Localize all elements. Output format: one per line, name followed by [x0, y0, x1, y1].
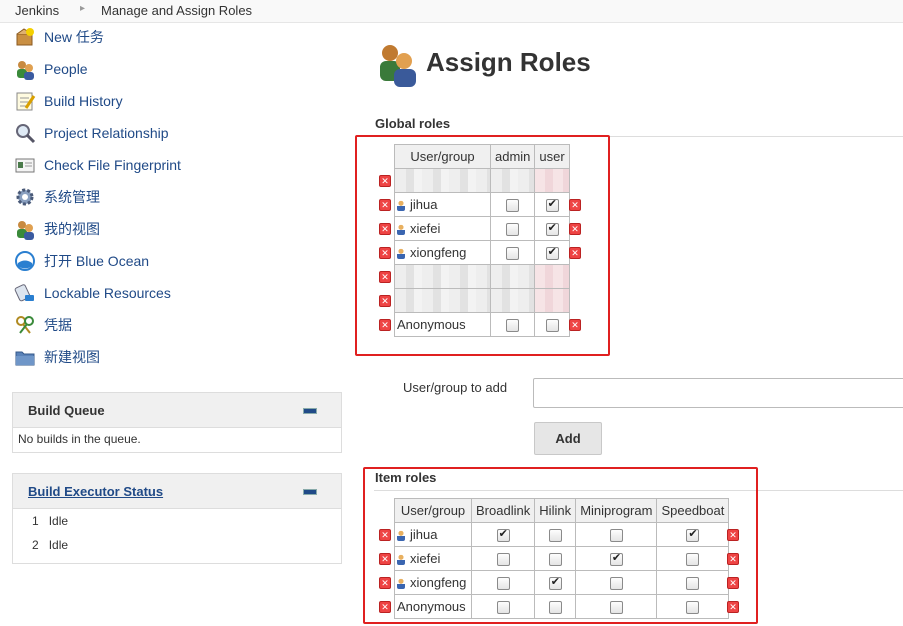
chevron-right-icon: ▸: [80, 3, 86, 14]
people-icon: [14, 218, 36, 240]
add-button[interactable]: Add: [534, 422, 602, 455]
breadcrumb-jenkins[interactable]: Jenkins: [15, 3, 59, 18]
gear-icon: [14, 186, 36, 208]
sidebar-item-blue-ocean[interactable]: 打开 Blue Ocean: [14, 249, 149, 273]
collapse-icon[interactable]: [303, 489, 317, 495]
breadcrumb: Jenkins ▸ Manage and Assign Roles: [0, 0, 903, 23]
build-queue-empty-text: No builds in the queue.: [18, 432, 141, 446]
sidebar-item-system-manage[interactable]: 系统管理: [14, 185, 100, 209]
new-task-icon: [14, 26, 36, 48]
highlight-box: [355, 135, 610, 356]
add-user-label: User/group to add: [403, 380, 508, 395]
sidebar-item-new-view[interactable]: 新建视图: [14, 345, 100, 369]
global-roles-title: Global roles: [375, 116, 451, 131]
folder-icon: [14, 346, 36, 368]
magnifier-icon: [14, 122, 36, 144]
credentials-icon: [14, 314, 36, 336]
assign-roles-icon: [374, 41, 420, 90]
sidebar-item-check-fingerprint[interactable]: Check File Fingerprint: [14, 153, 181, 177]
build-queue-panel: Build Queue No builds in the queue.: [12, 392, 342, 453]
lock-resource-icon: [14, 282, 36, 304]
sidebar-item-my-views[interactable]: 我的视图: [14, 217, 100, 241]
fingerprint-icon: [14, 154, 36, 176]
build-history-icon: [14, 90, 36, 112]
sidebar-item-project-relationship[interactable]: Project Relationship: [14, 121, 169, 145]
executor-status-panel: Build Executor Status 1 Idle 2 Idle: [12, 473, 342, 564]
page-title: Assign Roles: [426, 47, 591, 77]
breadcrumb-manage-roles[interactable]: Manage and Assign Roles: [101, 3, 252, 18]
sidebar-item-people[interactable]: People: [14, 57, 88, 81]
build-queue-title: Build Queue: [28, 403, 105, 418]
blue-ocean-icon: [14, 250, 36, 272]
executor-row: 1 Idle: [32, 514, 69, 528]
sidebar-item-new-task[interactable]: New 任务: [14, 25, 104, 49]
executor-status-title[interactable]: Build Executor Status: [28, 484, 163, 499]
sidebar-item-lockable-resources[interactable]: Lockable Resources: [14, 281, 171, 305]
executor-row: 2 Idle: [32, 538, 69, 552]
sidebar-item-build-history[interactable]: Build History: [14, 89, 123, 113]
highlight-box: [363, 467, 758, 624]
sidebar-item-credentials[interactable]: 凭据: [14, 313, 72, 337]
collapse-icon[interactable]: [303, 408, 317, 414]
add-user-input[interactable]: [533, 378, 903, 408]
people-icon: [14, 58, 36, 80]
